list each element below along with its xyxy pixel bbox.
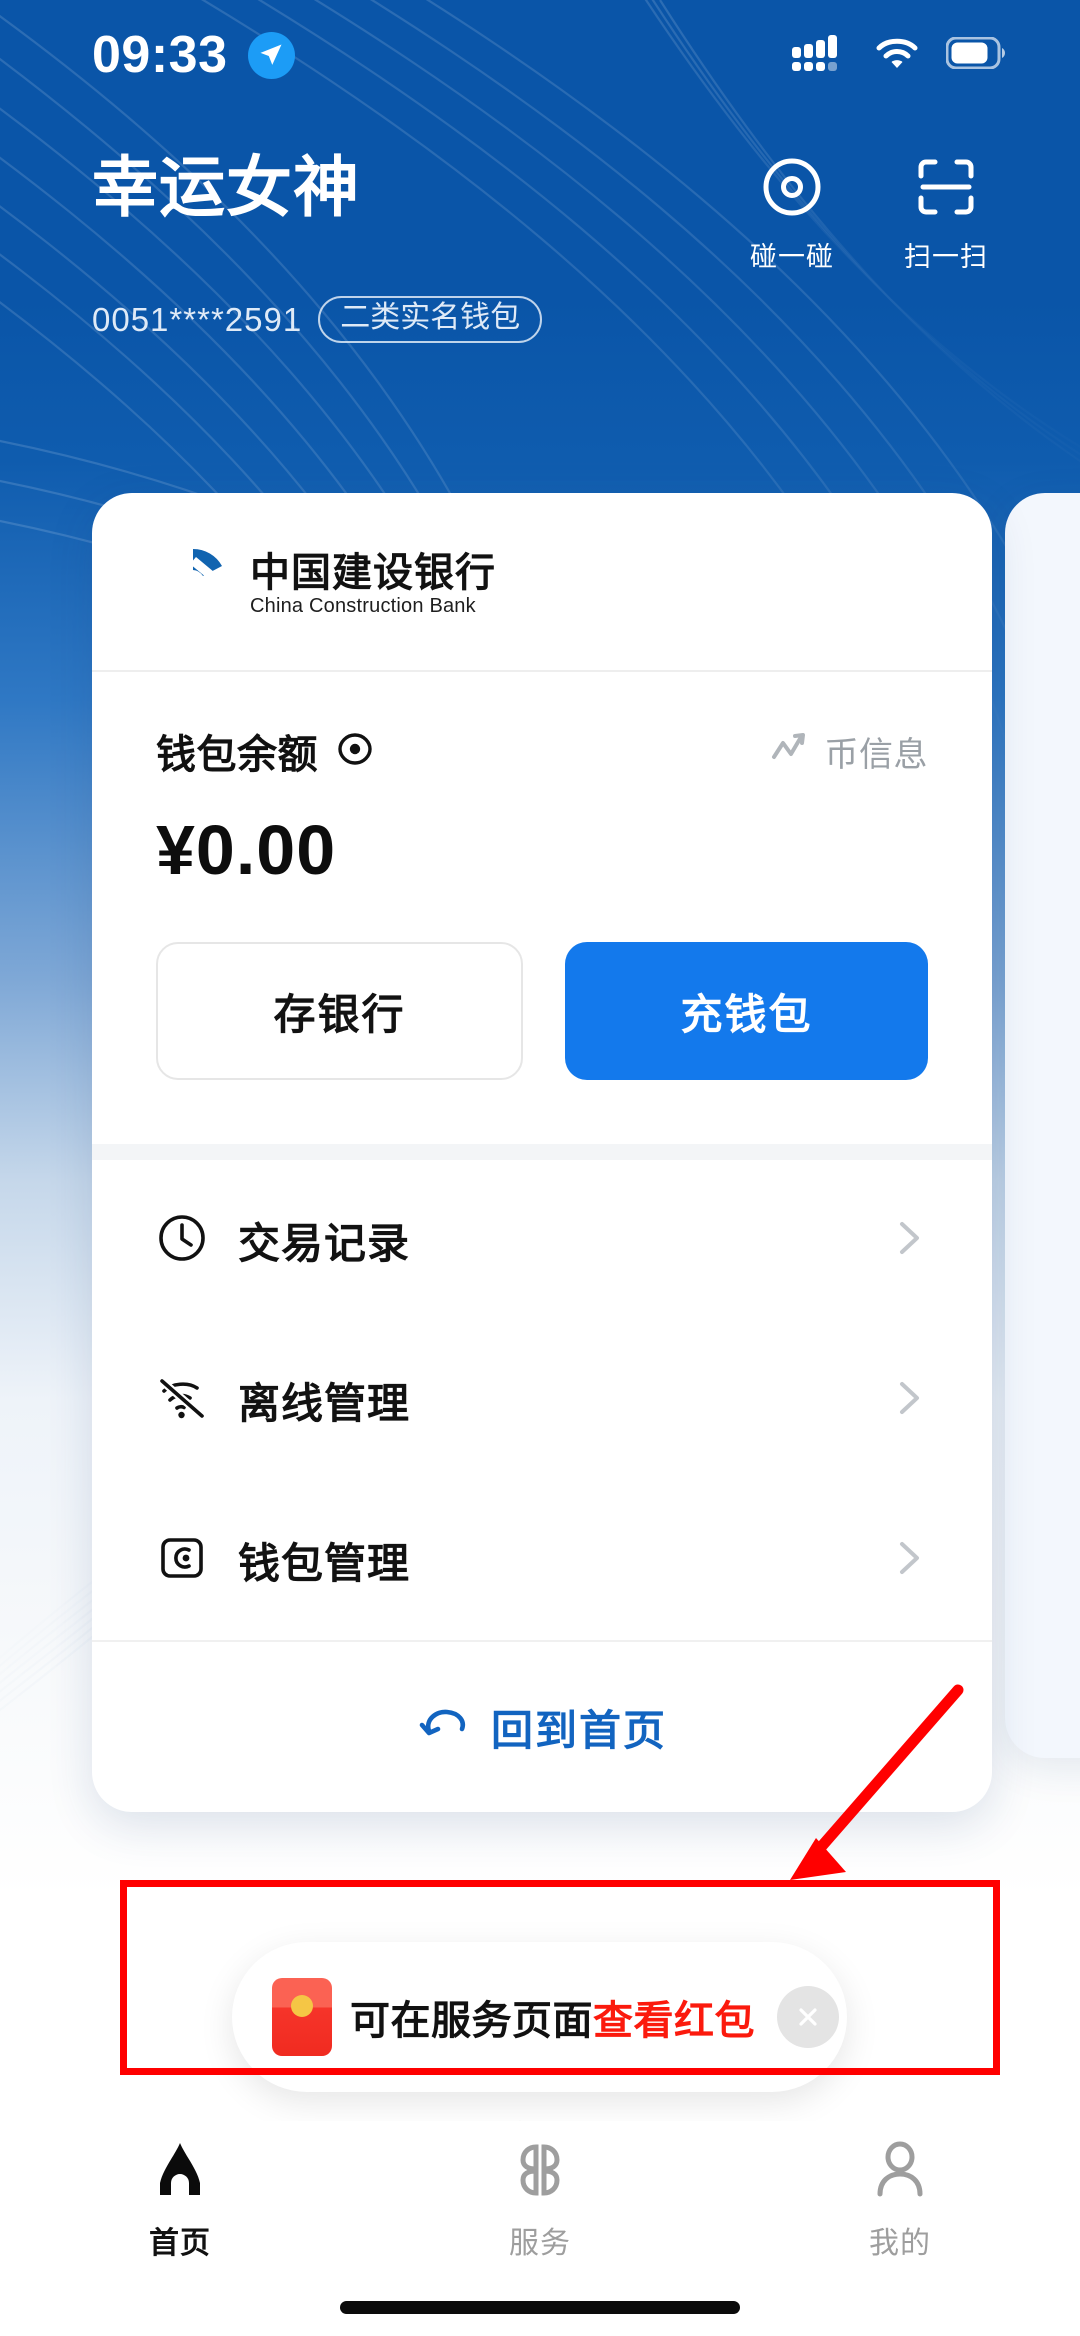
nav-tab-label: 我的 (869, 2227, 931, 2260)
status-bar: 09:33 (0, 0, 1080, 110)
nav-tab-profile[interactable]: 我的 (720, 2139, 1080, 2262)
clock-icon (156, 1212, 208, 1269)
nav-tab-label: 首页 (149, 2227, 211, 2260)
menu-item-label: 交易记录 (238, 1219, 411, 1267)
bank-name-en: China Construction Bank (250, 595, 476, 617)
status-time: 09:33 (92, 26, 228, 84)
header-actions: 碰一碰 扫一扫 (750, 150, 988, 274)
account-row: 0051****2591 二类实名钱包 (0, 296, 1080, 343)
grid-icon (507, 2139, 573, 2206)
nav-tab-home[interactable]: 首页 (0, 2139, 360, 2262)
toast-message-normal: 可在服务页面 (350, 1999, 593, 2043)
nav-tab-services[interactable]: 服务 (360, 2139, 720, 2262)
header-row: 幸运女神 碰一碰 扫一扫 (0, 150, 1080, 274)
page-title: 幸运女神 (92, 150, 360, 224)
menu-item-label: 钱包管理 (238, 1539, 411, 1587)
bank-name-cn: 中国建设银行 (250, 551, 496, 595)
home-icon (147, 2139, 213, 2206)
menu-item-wallet-management[interactable]: 钱包管理 (156, 1480, 928, 1640)
coin-info-button[interactable]: 币信息 (771, 727, 929, 776)
toast-zone: 可在服务页面查看红包 (0, 1880, 1080, 2160)
next-wallet-card-peek[interactable] (1005, 493, 1080, 1758)
menu-item-offline-management[interactable]: 离线管理 (156, 1320, 928, 1480)
trend-line-icon (771, 732, 813, 771)
tap-action-label: 碰一碰 (750, 242, 834, 272)
bank-names: 中国建设银行 China Construction Bank (250, 552, 496, 617)
account-number: 0051****2591 (92, 300, 303, 338)
tap-circle-icon (761, 156, 823, 223)
menu-item-label: 离线管理 (238, 1379, 411, 1427)
wallet-card: 中国建设银行 China Construction Bank 钱包余额 币信息 … (92, 493, 992, 1812)
close-icon[interactable] (777, 1986, 839, 2048)
scan-action-button[interactable]: 扫一扫 (904, 156, 988, 274)
wifi-off-icon (156, 1372, 208, 1429)
status-bar-left: 09:33 (92, 25, 295, 85)
card-section-separator (92, 1144, 992, 1160)
toast-message: 可在服务页面查看红包 (350, 1988, 755, 2046)
red-envelope-coin (291, 1995, 313, 2018)
signal-bars-icon (792, 33, 848, 78)
person-icon (867, 2139, 933, 2206)
bank-identity-row: 中国建设银行 China Construction Bank (92, 493, 992, 670)
toast-pointer-tail (492, 2087, 548, 2121)
tap-action-button[interactable]: 碰一碰 (750, 156, 834, 274)
nav-tab-label: 服务 (509, 2227, 571, 2260)
back-to-home-label: 回到首页 (490, 1706, 667, 1754)
chevron-right-icon (890, 1532, 928, 1589)
balance-label-group[interactable]: 钱包余额 (156, 722, 376, 780)
eye-icon[interactable] (334, 728, 376, 775)
wallet-icon (156, 1532, 208, 1589)
page-header: 幸运女神 碰一碰 扫一扫 0051****2591 二类实名钱包 (0, 150, 1080, 343)
back-to-home-link[interactable]: 回到首页 (92, 1642, 992, 1812)
balance-block: 钱包余额 币信息 ¥0.00 (92, 672, 992, 890)
scan-frame-icon (915, 156, 977, 223)
toast-message-highlight[interactable]: 查看红包 (593, 1999, 755, 2043)
coin-info-label: 币信息 (824, 735, 928, 774)
curved-back-arrow-icon (417, 1703, 471, 1752)
scan-action-label: 扫一扫 (904, 242, 988, 272)
deposit-to-bank-button[interactable]: 存银行 (156, 942, 523, 1080)
red-envelope-icon (272, 1978, 332, 2056)
wallet-menu-list: 交易记录 离线管理 钱包管理 (92, 1160, 992, 1640)
wallet-action-buttons: 存银行 充钱包 (92, 890, 992, 1144)
status-bar-right (792, 33, 1008, 78)
ccb-logo-icon (156, 545, 230, 624)
red-packet-toast[interactable]: 可在服务页面查看红包 (232, 1942, 847, 2092)
balance-amount: ¥0.00 (156, 811, 337, 889)
battery-icon (945, 36, 1008, 74)
topup-wallet-button[interactable]: 充钱包 (565, 942, 928, 1080)
location-arrow-icon (247, 31, 295, 79)
balance-label: 钱包余额 (156, 733, 318, 777)
account-type-badge[interactable]: 二类实名钱包 (318, 296, 543, 343)
wifi-icon (874, 35, 920, 76)
home-indicator (340, 2301, 740, 2314)
balance-header-row: 钱包余额 币信息 (156, 722, 928, 780)
menu-item-transaction-records[interactable]: 交易记录 (156, 1160, 928, 1320)
chevron-right-icon (890, 1212, 928, 1269)
chevron-right-icon (890, 1372, 928, 1429)
